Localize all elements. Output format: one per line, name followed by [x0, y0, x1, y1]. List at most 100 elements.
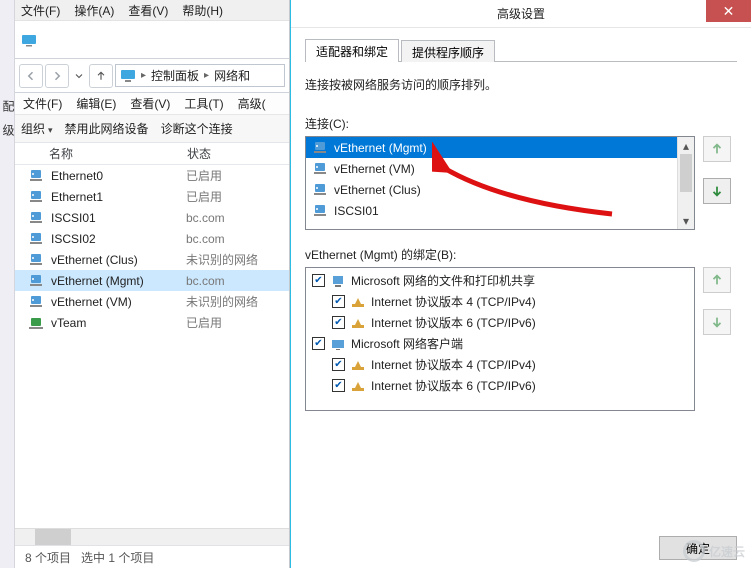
binding-text: Microsoft 网络客户端	[351, 335, 463, 352]
close-button[interactable]: ✕	[706, 0, 751, 22]
adapter-row[interactable]: vTeam已启用	[15, 312, 289, 333]
menu-tools[interactable]: 工具(T)	[184, 95, 223, 112]
adapter-row[interactable]: Ethernet0已启用	[15, 165, 289, 186]
binding-item[interactable]: ✔ Internet 协议版本 6 (TCP/IPv6)	[306, 312, 694, 333]
dialog-title: 高级设置	[497, 5, 545, 22]
binding-item[interactable]: ✔Internet 协议版本 4 (TCP/IPv4)	[306, 291, 694, 312]
adapter-row[interactable]: vEthernet (VM)未识别的网络	[15, 291, 289, 312]
adapter-row[interactable]: vEthernet (Clus)未识别的网络	[15, 249, 289, 270]
dialog-titlebar[interactable]: 高级设置 ✕	[291, 0, 751, 28]
connections-list[interactable]: vEthernet (Mgmt)vEthernet (VM) vEthernet …	[305, 136, 695, 230]
binding-text: Internet 协议版本 6 (TCP/IPv6)	[371, 314, 536, 331]
breadcrumb-item[interactable]: 网络和	[214, 67, 250, 84]
diagnose-connection-button[interactable]: 诊断这个连接	[161, 120, 233, 137]
network-adapter-list[interactable]: Ethernet0已启用Ethernet1已启用ISCSI01bc.comISC…	[15, 165, 289, 528]
nic-icon	[312, 162, 328, 176]
nic-icon	[312, 141, 328, 155]
mmc-menubar[interactable]: 文件(F) 操作(A) 查看(V) 帮助(H)	[15, 0, 289, 21]
tab-adapters-bindings[interactable]: 适配器和绑定	[305, 39, 399, 62]
tab-provider-order[interactable]: 提供程序顺序	[401, 40, 495, 62]
binding-item[interactable]: ✔ Microsoft 网络客户端	[306, 333, 694, 354]
move-up-button[interactable]	[703, 136, 731, 162]
share-icon	[330, 274, 346, 288]
explorer-menubar[interactable]: 文件(F) 编辑(E) 查看(V) 工具(T) 高级(	[15, 93, 289, 115]
binding-move-down-button[interactable]	[703, 309, 731, 335]
connection-item[interactable]: vEthernet (Mgmt)	[306, 137, 677, 158]
breadcrumb[interactable]: ▸ 控制面板 ▸ 网络和	[115, 64, 285, 87]
protocol-icon	[350, 316, 366, 330]
adapter-row[interactable]: vEthernet (Mgmt)bc.com	[15, 270, 289, 291]
adapter-row[interactable]: ISCSI02bc.com	[15, 228, 289, 249]
connection-item[interactable]: vEthernet (VM)	[306, 158, 677, 179]
status-selected-count: 选中 1 个项目	[81, 549, 154, 566]
binding-item[interactable]: ✔Microsoft 网络的文件和打印机共享	[306, 270, 694, 291]
checkbox[interactable]: ✔	[332, 295, 345, 308]
menu-view[interactable]: 查看(V)	[130, 95, 170, 112]
watermark: 亿速云	[683, 540, 745, 562]
breadcrumb-sep-icon: ▸	[141, 70, 146, 81]
nav-dropdown[interactable]	[71, 64, 87, 88]
checkbox[interactable]: ✔	[312, 337, 325, 350]
menu-file[interactable]: 文件(F)	[23, 95, 62, 112]
explorer-nav-row: ▸ 控制面板 ▸ 网络和	[15, 59, 289, 93]
nav-back[interactable]	[19, 64, 43, 88]
bindings-label: vEthernet (Mgmt) 的绑定(B):	[305, 246, 737, 263]
adapter-name: Ethernet1	[51, 190, 186, 204]
scroll-up-icon[interactable]: ▴	[678, 137, 694, 154]
checkbox[interactable]: ✔	[332, 358, 345, 371]
explorer-toolbar: 组织 禁用此网络设备 诊断这个连接	[15, 115, 289, 143]
bindings-list[interactable]: ✔Microsoft 网络的文件和打印机共享✔Internet 协议版本 4 (…	[305, 267, 695, 411]
adapter-name: Ethernet0	[51, 169, 186, 183]
adapter-name: vTeam	[51, 316, 186, 330]
connection-item[interactable]: ISCSI01	[306, 200, 677, 221]
binding-text: Internet 协议版本 4 (TCP/IPv4)	[371, 356, 536, 373]
advanced-settings-dialog: 高级设置 ✕ 适配器和绑定 提供程序顺序 连接按被网络服务访问的顺序排列。 连接…	[290, 0, 751, 568]
binding-move-up-button[interactable]	[703, 267, 731, 293]
menu-action[interactable]: 操作(A)	[74, 2, 114, 19]
adapter-status: bc.com	[186, 232, 225, 246]
move-down-button[interactable]	[703, 178, 731, 204]
binding-item[interactable]: ✔Internet 协议版本 6 (TCP/IPv6)	[306, 375, 694, 396]
adapter-status: 未识别的网络	[186, 251, 258, 268]
connection-item[interactable]: vEthernet (Clus)	[306, 179, 677, 200]
status-bar: 8 个项目 选中 1 个项目	[15, 545, 289, 568]
connection-name: vEthernet (Clus)	[334, 183, 421, 197]
vertical-scrollbar[interactable]: ▴ ▾	[677, 137, 694, 229]
adapter-status: bc.com	[186, 211, 225, 225]
scrollbar-thumb[interactable]	[680, 154, 692, 192]
menu-file[interactable]: 文件(F)	[21, 2, 60, 19]
list-columns-header[interactable]: 名称 状态	[15, 143, 289, 165]
adapter-name: vEthernet (VM)	[51, 295, 186, 309]
menu-help[interactable]: 帮助(H)	[182, 2, 223, 19]
disable-device-button[interactable]: 禁用此网络设备	[65, 120, 149, 137]
nic-icon	[27, 211, 45, 225]
nic-icon	[27, 253, 45, 267]
checkbox[interactable]: ✔	[312, 274, 325, 287]
horizontal-scrollbar[interactable]	[15, 528, 289, 545]
adapter-status: 已启用	[186, 188, 222, 205]
scrollbar-thumb[interactable]	[35, 529, 71, 545]
scroll-down-icon[interactable]: ▾	[678, 212, 694, 229]
adapter-row[interactable]: Ethernet1已启用	[15, 186, 289, 207]
checkbox[interactable]: ✔	[332, 379, 345, 392]
dialog-tabs[interactable]: 适配器和绑定 提供程序顺序	[305, 38, 737, 62]
left-label: 配	[0, 100, 17, 112]
nic-icon	[312, 183, 328, 197]
breadcrumb-item[interactable]: 控制面板	[151, 67, 199, 84]
nav-forward[interactable]	[45, 64, 69, 88]
menu-advanced[interactable]: 高级(	[238, 95, 266, 112]
adapter-name: vEthernet (Mgmt)	[51, 274, 186, 288]
adapter-row[interactable]: ISCSI01bc.com	[15, 207, 289, 228]
column-status[interactable]: 状态	[185, 145, 289, 162]
status-item-count: 8 个项目	[25, 549, 71, 566]
adapter-status: 已启用	[186, 314, 222, 331]
menu-view[interactable]: 查看(V)	[128, 2, 168, 19]
organize-dropdown[interactable]: 组织	[21, 120, 53, 137]
column-name[interactable]: 名称	[15, 145, 185, 162]
checkbox[interactable]: ✔	[332, 316, 345, 329]
binding-item[interactable]: ✔ Internet 协议版本 4 (TCP/IPv4)	[306, 354, 694, 375]
watermark-text: 亿速云	[709, 543, 745, 560]
menu-edit[interactable]: 编辑(E)	[76, 95, 116, 112]
nav-up[interactable]	[89, 64, 113, 88]
nic-icon	[27, 295, 45, 309]
